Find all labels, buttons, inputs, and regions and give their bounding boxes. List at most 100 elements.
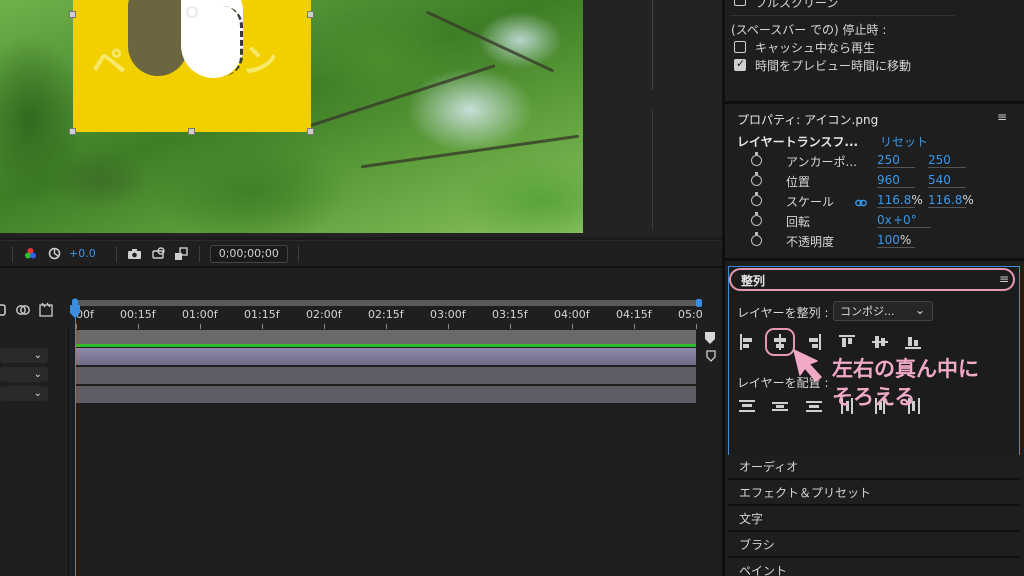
- separator: [297, 245, 299, 262]
- stopwatch-icon[interactable]: [751, 152, 762, 166]
- transform-handle[interactable]: [69, 128, 76, 135]
- ruler-tick: [386, 324, 387, 329]
- snapshot-camera-icon[interactable]: [127, 248, 143, 260]
- exposure-reset-icon[interactable]: [47, 247, 61, 260]
- penguin-outline: [223, 6, 243, 76]
- motion-blur-icon[interactable]: [0, 304, 8, 316]
- property-name: 位置: [786, 175, 811, 189]
- stopwatch-icon[interactable]: [751, 192, 762, 206]
- align-panel: 整列 ≡ レイヤーを整列 : コンポジ... ⌄ レイヤーを配置: 左右の真ん…: [728, 266, 1020, 456]
- audio-panel-tab[interactable]: オーディオ: [728, 455, 1020, 480]
- cache-indicator: [76, 344, 696, 347]
- layer-duration-bar[interactable]: [76, 386, 696, 403]
- panel-menu-icon[interactable]: ≡: [999, 272, 1009, 286]
- property-value-2[interactable]: 540: [928, 173, 966, 188]
- stopwatch-icon[interactable]: [751, 212, 762, 226]
- transform-handle[interactable]: [69, 11, 76, 18]
- ruler-tick: [510, 324, 511, 329]
- align-top-icon[interactable]: [839, 334, 855, 350]
- icon-layer[interactable]: ペ ン: [73, 0, 311, 132]
- exposure-value[interactable]: +0.0: [69, 247, 96, 260]
- show-snapshot-icon[interactable]: [151, 247, 167, 260]
- comp-marker-bin-icon[interactable]: [704, 348, 718, 362]
- effects-presets-panel-tab[interactable]: エフェクト＆プリセット: [728, 481, 1020, 506]
- current-time-indicator[interactable]: [75, 298, 76, 576]
- property-value-1[interactable]: 250: [877, 153, 915, 168]
- distribute-top-icon[interactable]: [739, 398, 755, 414]
- anchor-point-handle[interactable]: [186, 6, 198, 18]
- move-time-checkbox[interactable]: [734, 57, 746, 71]
- transform-handle[interactable]: [307, 128, 314, 135]
- property-value-1-value: 250: [877, 153, 900, 167]
- fullscreen-checkbox[interactable]: [734, 0, 746, 6]
- property-value-2[interactable]: +0°: [893, 213, 931, 228]
- layer-mode-dropdown[interactable]: ⌄: [0, 367, 48, 382]
- panel-menu-icon[interactable]: ≡: [997, 110, 1007, 124]
- stopwatch-icon[interactable]: [751, 232, 762, 246]
- stopwatch-icon[interactable]: [751, 172, 762, 186]
- ruler-tick: [572, 324, 573, 329]
- playhead-handle[interactable]: [69, 304, 81, 318]
- property-name: 不透明度: [786, 235, 835, 249]
- constrain-proportions-link-icon[interactable]: [855, 194, 867, 213]
- tree-branch: [304, 64, 496, 129]
- property-value-1-value: 0x: [877, 213, 892, 227]
- tree-branch: [360, 134, 580, 169]
- layer-mode-dropdown[interactable]: ⌄: [0, 386, 48, 401]
- align-panel-title: 整列: [741, 274, 766, 288]
- navigator-end-handle[interactable]: [696, 299, 702, 307]
- after-effects-workspace: ペ ン +0.0 0;00;00;00 00f 00:15f 01:00f 01…: [0, 0, 1024, 576]
- property-value-2-value: 116.8: [928, 193, 963, 207]
- property-value-2-value: 250: [928, 153, 951, 167]
- graph-editor-icon[interactable]: [38, 302, 54, 317]
- layer-text-pe: ペ: [88, 41, 129, 87]
- transform-handle[interactable]: [307, 11, 314, 18]
- brush-panel-tab[interactable]: ブラシ: [728, 533, 1020, 558]
- reset-link[interactable]: リセット: [880, 133, 928, 150]
- transform-handle[interactable]: [188, 128, 195, 135]
- align-horizontal-center-icon[interactable]: [772, 334, 788, 350]
- distribute-vertical-center-icon[interactable]: [772, 398, 788, 414]
- layer-duration-bar[interactable]: [76, 367, 696, 384]
- color-channels-icon[interactable]: [23, 247, 37, 260]
- chevron-down-icon: ⌄: [33, 369, 42, 380]
- align-to-dropdown[interactable]: コンポジ... ⌄: [833, 301, 933, 321]
- paint-panel-tab[interactable]: ペイント: [728, 559, 1020, 576]
- ruler-label: 05:0: [678, 308, 703, 321]
- layer-duration-bar[interactable]: [76, 348, 696, 365]
- property-value-2[interactable]: 116.8%: [928, 193, 974, 208]
- character-panel-tab[interactable]: 文字: [728, 507, 1020, 532]
- region-of-interest-icon[interactable]: [173, 246, 189, 261]
- chevron-down-icon: ⌄: [33, 350, 42, 361]
- frame-blending-icon[interactable]: [15, 303, 31, 317]
- chevron-down-icon: ⌄: [914, 303, 925, 317]
- distribute-bottom-icon[interactable]: [806, 398, 822, 414]
- ruler-label: 04:15f: [616, 308, 652, 321]
- play-if-cached-checkbox[interactable]: [734, 41, 746, 53]
- work-area-bar[interactable]: [76, 330, 696, 344]
- fullscreen-label: フルスクリーン: [755, 0, 839, 10]
- chevron-down-icon: ⌄: [33, 388, 42, 399]
- composition-marker-icon[interactable]: [704, 330, 718, 344]
- annotation-arrow-icon: [791, 347, 831, 383]
- property-value-1-value: 960: [877, 173, 900, 187]
- align-bottom-icon[interactable]: [905, 334, 921, 350]
- property-value-1[interactable]: 960: [877, 173, 915, 188]
- layer-mode-dropdown[interactable]: ⌄: [0, 348, 48, 363]
- align-vertical-center-icon[interactable]: [872, 334, 888, 350]
- property-value-1[interactable]: 100%: [877, 233, 915, 248]
- property-value-2[interactable]: 250: [928, 153, 966, 168]
- ruler-label: 02:15f: [368, 308, 404, 321]
- layer-text-n: ン: [240, 40, 279, 84]
- composition-canvas[interactable]: ペ ン: [0, 0, 583, 233]
- timeline-divider: [68, 328, 69, 576]
- time-ruler[interactable]: 00f 00:15f 01:00f 01:15f 02:00f 02:15f 03:00f 0…: [74, 308, 703, 324]
- property-value-1[interactable]: 116.8%: [877, 193, 923, 208]
- align-left-icon[interactable]: [739, 334, 755, 350]
- panel-divider: [725, 258, 1024, 261]
- properties-title: プロパティ: アイコン.png: [737, 113, 879, 127]
- current-time-field[interactable]: 0;00;00;00: [209, 244, 288, 263]
- time-navigator[interactable]: [72, 299, 702, 307]
- property-value-1-value: 116.8: [877, 193, 912, 207]
- composition-viewer[interactable]: ペ ン: [0, 0, 722, 237]
